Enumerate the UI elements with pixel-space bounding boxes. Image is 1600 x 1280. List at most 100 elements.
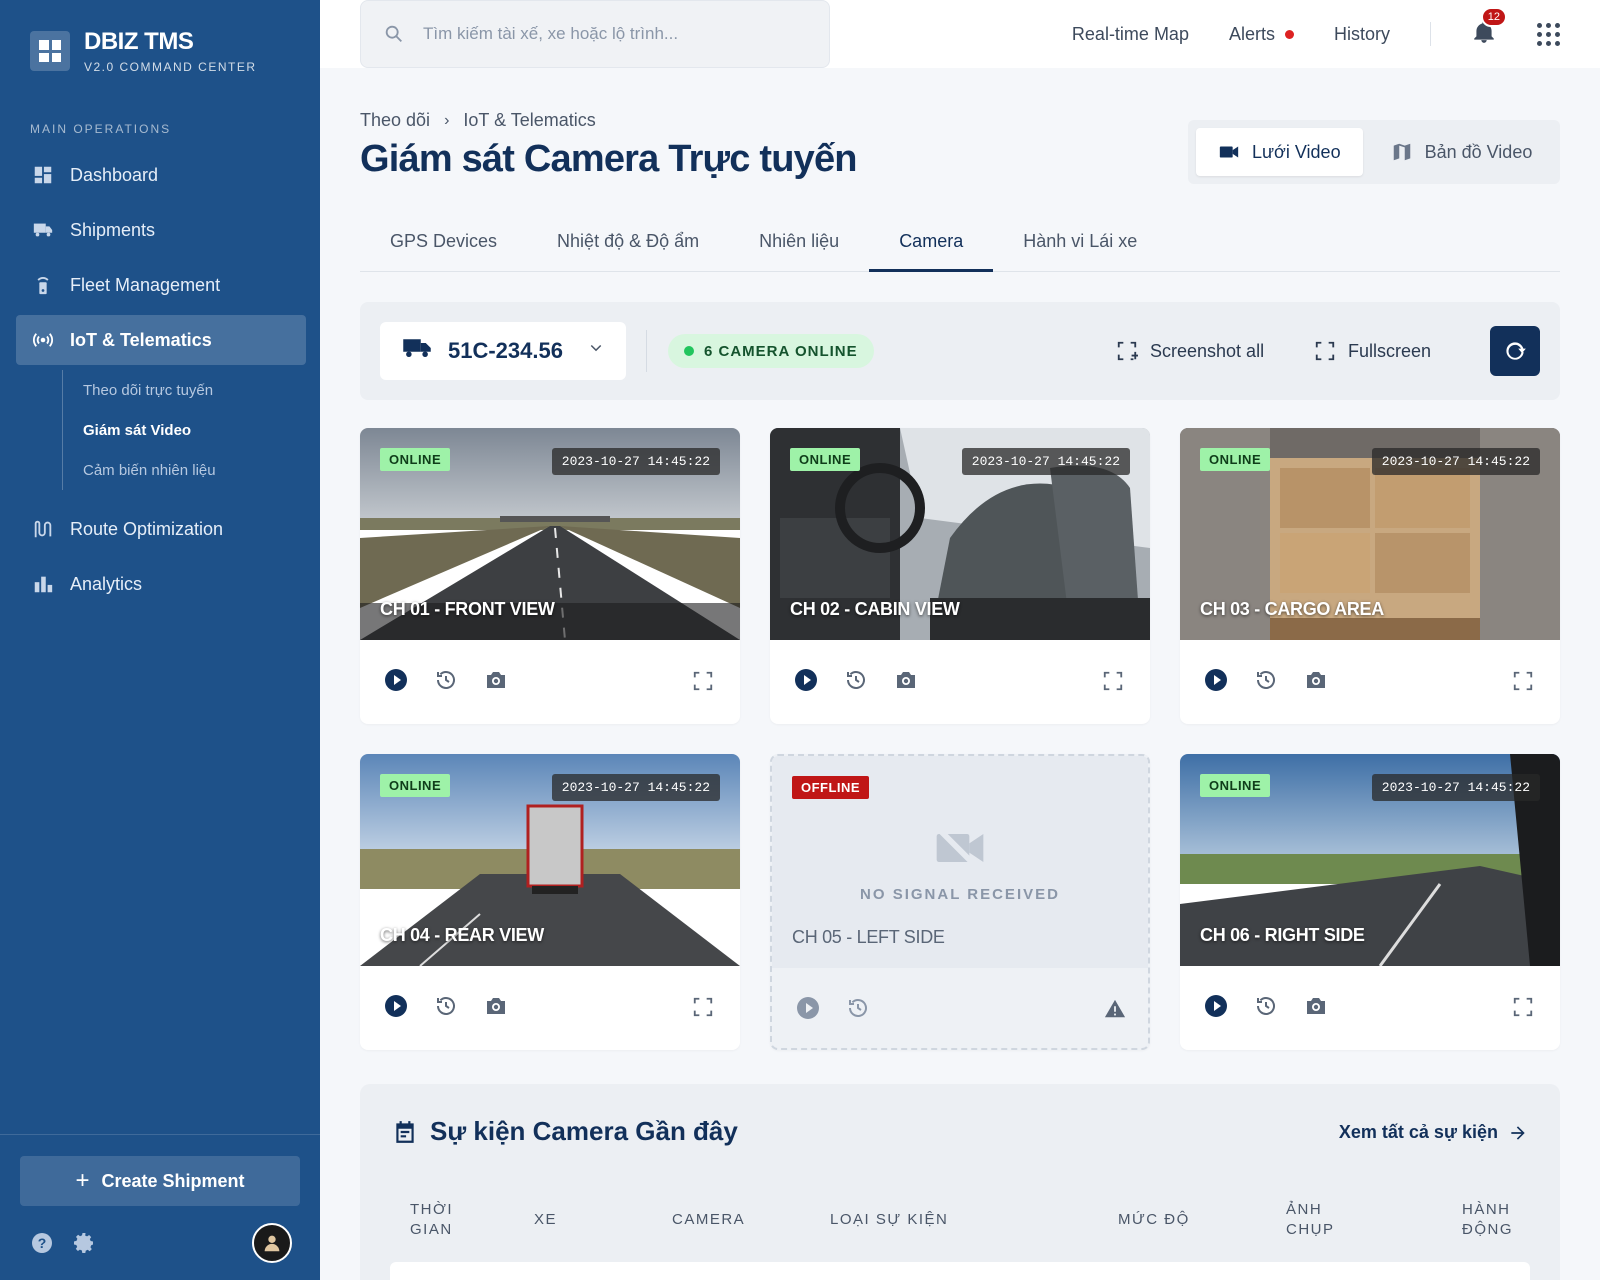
alerts-link[interactable]: Alerts (1229, 24, 1294, 45)
expand-button[interactable] (1512, 996, 1534, 1023)
tab-camera[interactable]: Camera (869, 226, 994, 272)
camera-feed[interactable]: ONLINE 2023-10-27 14:45:22 CH 02 - CABIN… (770, 428, 1150, 640)
alerts-label: Alerts (1228, 23, 1275, 44)
camera-label: CH 05 - LEFT SIDE (792, 927, 945, 947)
breadcrumb-parent[interactable]: Theo dõi (360, 110, 430, 131)
history-button[interactable] (434, 994, 458, 1023)
play-button[interactable] (796, 996, 820, 1025)
history-link[interactable]: History (1334, 24, 1390, 45)
dashboard-icon (34, 166, 52, 184)
camera-toolbar: 51C-234.56 6 CAMERA ONLINE Screenshot al… (360, 302, 1560, 400)
sidebar-item-shipments[interactable]: Shipments (16, 205, 306, 255)
map-view-button[interactable]: Bản đồ Video (1369, 128, 1555, 176)
status-badge: ONLINE (790, 448, 861, 471)
table-row[interactable] (390, 1262, 1530, 1280)
history-button[interactable] (844, 668, 868, 697)
snapshot-button[interactable] (484, 668, 508, 697)
events-title: Sự kiện Camera Gần đây (392, 1116, 738, 1147)
status-badge: ONLINE (1200, 448, 1271, 471)
video-off-icon (934, 824, 984, 874)
sidebar-item-label: Shipments (70, 219, 156, 240)
expand-button[interactable] (692, 996, 714, 1023)
help-icon[interactable]: ? (30, 1231, 54, 1255)
tab-gps-devices[interactable]: GPS Devices (360, 226, 527, 272)
refresh-button[interactable] (1490, 326, 1540, 376)
tab-fuel[interactable]: Nhiên liệu (729, 226, 869, 272)
expand-icon (1513, 997, 1533, 1017)
play-icon (1205, 994, 1227, 1017)
online-dot (684, 346, 694, 356)
events-title-text: Sự kiện Camera Gần đây (430, 1116, 738, 1146)
subnav-item-video-monitoring[interactable]: Giám sát Video (83, 410, 306, 450)
play-button[interactable] (1204, 668, 1228, 697)
snapshot-button[interactable] (1304, 668, 1328, 697)
breadcrumb-current[interactable]: IoT & Telematics (463, 110, 595, 131)
play-icon (1205, 668, 1227, 691)
vehicle-select[interactable]: 51C-234.56 (380, 322, 626, 380)
play-button[interactable] (384, 994, 408, 1023)
calendar-icon (396, 1120, 414, 1143)
history-button[interactable] (434, 668, 458, 697)
realtime-map-link[interactable]: Real-time Map (1072, 24, 1189, 45)
expand-button[interactable] (692, 670, 714, 697)
sidebar-item-route-optimization[interactable]: Route Optimization (16, 504, 306, 554)
camera-feed[interactable]: ONLINE 2023-10-27 14:45:22 CH 01 - FRONT… (360, 428, 740, 640)
map-icon (1393, 143, 1410, 161)
screenshot-all-button[interactable]: Screenshot all (1116, 334, 1264, 368)
camera-feed[interactable]: ONLINE 2023-10-27 14:45:22 CH 03 - CARGO… (1180, 428, 1560, 640)
play-button[interactable] (1204, 994, 1228, 1023)
fullscreen-label: Fullscreen (1348, 340, 1432, 361)
apps-grid-icon[interactable] (1537, 22, 1560, 46)
svg-text:?: ? (38, 1235, 47, 1251)
tracker-icon (37, 277, 49, 295)
camera-icon (1307, 671, 1325, 688)
user-avatar[interactable] (252, 1223, 292, 1263)
camera-feed[interactable]: ONLINE 2023-10-27 14:45:22 CH 04 - REAR … (360, 754, 740, 966)
play-button[interactable] (794, 668, 818, 697)
camera-icon (487, 997, 505, 1014)
fullscreen-button[interactable]: Fullscreen (1314, 334, 1431, 368)
history-button[interactable] (846, 996, 870, 1025)
route-icon (34, 520, 52, 538)
chevron-down-icon (590, 344, 602, 352)
subnav-item-fuel-sensor[interactable]: Cảm biến nhiên liệu (83, 450, 306, 490)
timestamp: 2023-10-27 14:45:22 (551, 448, 720, 475)
grid-view-button[interactable]: Lưới Video (1196, 128, 1363, 176)
expand-icon (693, 671, 713, 691)
history-button[interactable] (1254, 994, 1278, 1023)
snapshot-button[interactable] (1304, 994, 1328, 1023)
user-icon (264, 1235, 280, 1252)
search-box[interactable] (360, 0, 830, 68)
create-shipment-button[interactable]: + Create Shipment (20, 1156, 300, 1206)
signal-icon (32, 333, 54, 347)
settings-icon[interactable] (72, 1231, 96, 1255)
tab-driver-behavior[interactable]: Hành vi Lái xe (993, 226, 1167, 272)
view-all-events-link[interactable]: Xem tất cả sự kiện (1339, 1122, 1528, 1143)
snapshot-button[interactable] (894, 668, 918, 697)
warning-icon (1104, 998, 1126, 1025)
sidebar-item-label: Analytics (70, 573, 143, 594)
sidebar-item-analytics[interactable]: Analytics (16, 559, 306, 609)
play-icon (385, 994, 407, 1017)
alert-dot (1284, 29, 1294, 39)
sidebar-item-iot-telematics[interactable]: IoT & Telematics (16, 315, 306, 365)
status-badge: ONLINE (380, 774, 451, 797)
camera-feed[interactable]: ONLINE 2023-10-27 14:45:22 CH 06 - RIGHT… (1180, 754, 1560, 966)
subnav-item-live-tracking[interactable]: Theo dõi trực tuyến (83, 370, 306, 410)
online-status-badge: 6 CAMERA ONLINE (668, 334, 874, 368)
status-badge: OFFLINE (792, 776, 870, 799)
play-icon (385, 668, 407, 691)
tab-temperature-humidity[interactable]: Nhiệt độ & Độ ẩm (527, 226, 729, 272)
timestamp: 2023-10-27 14:45:22 (1371, 774, 1540, 801)
sidebar-item-dashboard[interactable]: Dashboard (16, 150, 306, 200)
expand-button[interactable] (1512, 670, 1534, 697)
history-button[interactable] (1254, 668, 1278, 697)
play-button[interactable] (384, 668, 408, 697)
snapshot-button[interactable] (484, 994, 508, 1023)
search-input[interactable] (423, 24, 803, 44)
brand[interactable]: DBIZ TMS V2.0 COMMAND CENTER (30, 28, 257, 74)
sidebar-item-fleet-management[interactable]: Fleet Management (16, 260, 306, 310)
brand-name: DBIZ TMS (84, 28, 194, 55)
expand-button[interactable] (1102, 670, 1124, 697)
notifications-button[interactable]: 12 (1471, 6, 1507, 50)
